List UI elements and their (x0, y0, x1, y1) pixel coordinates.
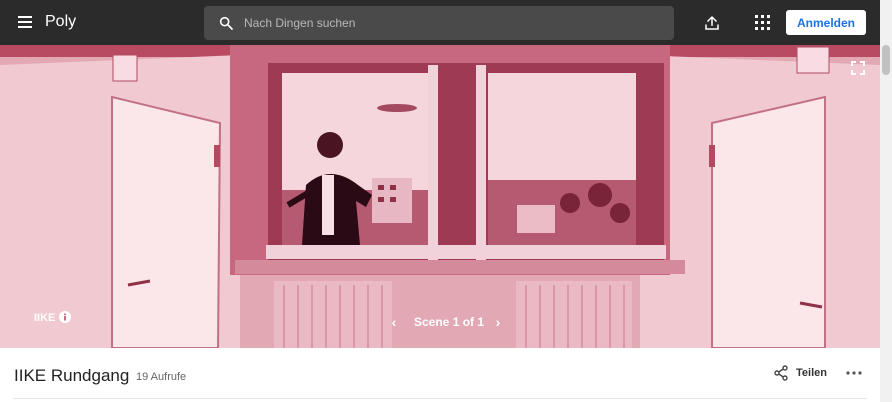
scene-title: IIKE (34, 312, 56, 324)
apps-icon[interactable] (755, 15, 770, 30)
divider (14, 398, 866, 399)
scene-image[interactable] (0, 45, 880, 348)
share-icon (774, 365, 788, 381)
asset-info-bar: IIKE Rundgang 19 Aufrufe Teilen (0, 348, 880, 402)
info-icon[interactable] (59, 311, 71, 323)
scene-viewer[interactable]: IIKE ‹ Scene 1 of 1 › (0, 45, 880, 348)
view-count: 19 Aufrufe (136, 371, 187, 383)
search-input[interactable] (244, 6, 664, 40)
share-label: Teilen (796, 367, 827, 379)
search-icon[interactable] (218, 15, 234, 31)
asset-title: IIKE Rundgang (14, 366, 130, 385)
upload-icon[interactable] (703, 14, 721, 32)
more-icon[interactable] (846, 369, 862, 377)
search-bar[interactable] (204, 6, 674, 40)
menu-icon[interactable] (18, 16, 32, 28)
fullscreen-icon[interactable] (851, 61, 865, 75)
signin-button[interactable]: Anmelden (786, 10, 866, 35)
top-app-bar: Poly Anmelden (0, 0, 880, 45)
chevron-left-icon[interactable]: ‹ (388, 313, 400, 331)
scene-counter: Scene 1 of 1 (414, 315, 485, 329)
app-logo-text[interactable]: Poly (45, 13, 76, 31)
chevron-right-icon[interactable]: › (492, 313, 504, 331)
scrollbar-thumb[interactable] (882, 45, 890, 75)
